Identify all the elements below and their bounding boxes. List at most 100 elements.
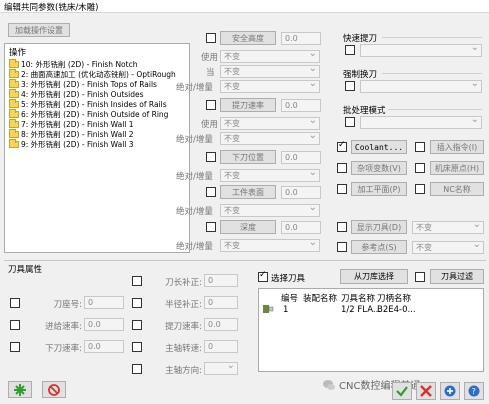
spindle-speed-checkbox[interactable] [132,342,142,352]
col-number: 编号 [281,294,299,304]
tool-filter-button[interactable]: 刀具过滤 [430,269,484,284]
tool-filter-checkbox[interactable] [415,272,425,282]
operation-item[interactable]: 9: 外形铣削 (2D) - Finish Wall 3 [9,139,134,149]
force-tool-change-select[interactable] [360,78,482,93]
depth-button[interactable]: 深度 [220,220,276,234]
folder-icon [9,69,19,78]
feed-plane-button[interactable]: 下刀位置 [220,150,276,164]
help-button[interactable]: ? [464,382,484,400]
top-stock-checkbox[interactable] [206,187,216,197]
folder-icon [9,89,19,98]
batch-mode-checkbox[interactable] [345,117,355,127]
group-divider [382,37,482,38]
insert-command-button[interactable]: 插入指令(I) [430,140,484,154]
top-stock-field[interactable]: 0.0 [281,186,321,199]
feed-plane-checkbox[interactable] [206,152,216,162]
coolant-button[interactable]: Coolant... [351,140,407,154]
tool-number-field[interactable]: 0 [84,296,124,309]
nc-name-checkbox[interactable] [415,184,425,194]
apply-button[interactable] [440,382,460,400]
rapid-retract-checkbox[interactable] [345,45,355,55]
col-tool-name: 刀具名称 [341,294,376,304]
spindle-dir-checkbox[interactable] [132,364,142,374]
misc-values-checkbox[interactable] [337,163,347,173]
prohibit-icon [48,383,60,396]
length-offset-field[interactable]: 0 [204,274,238,287]
safety-height-checkbox[interactable] [206,33,216,43]
batch-mode-select[interactable] [360,114,482,129]
plane-checkbox[interactable] [337,184,347,194]
plunge-rate-field[interactable]: 0.0 [84,340,124,353]
top-stock-mode-select[interactable]: 不变 [220,202,320,217]
retract-mode-label: 绝对/增量 [176,135,213,145]
safety-use-label: 使用 [201,53,219,63]
top-stock-button[interactable]: 工件表面 [220,185,276,199]
radius-offset-checkbox[interactable] [132,298,142,308]
operation-item[interactable]: 6: 外形铣削 (2D) - Finish Outside of Ring [9,109,168,119]
retract-field[interactable]: 0.0 [281,99,321,112]
rapid-retract-select[interactable] [360,42,482,57]
tool-library-button[interactable]: 从刀库选择 [340,269,408,284]
load-settings-button[interactable]: 加载操作设置 [8,23,70,37]
safety-height-field[interactable]: 0.0 [281,32,321,45]
spindle-dir-select[interactable] [204,360,238,375]
operation-item[interactable]: 10: 外形铣削 (2D) - Finish Notch [9,59,137,69]
cancel-button[interactable] [416,382,436,400]
safety-mode-select[interactable]: 不变 [220,78,320,93]
operation-item[interactable]: 7: 外形铣削 (2D) - Finish Wall 1 [9,119,134,129]
safety-use-select[interactable]: 不变 [220,48,320,63]
feed-rate-field[interactable]: 0.0 [84,318,124,331]
select-tool-checkbox[interactable] [258,270,268,282]
operation-item[interactable]: 4: 外形铣削 (2D) - Finish Outsides [9,89,144,99]
feed-plane-field[interactable]: 0.0 [281,151,321,164]
depth-checkbox[interactable] [206,222,216,232]
feed-plane-mode-select[interactable]: 不变 [220,167,320,182]
misc-values-button[interactable]: 杂项变数(V) [351,161,407,175]
group-divider [388,109,482,110]
spindle-speed-field[interactable]: 0 [204,340,238,353]
safety-current-select[interactable]: 不变 [220,63,320,78]
operation-item[interactable]: 5: 外形铣削 (2D) - Finish Insides of Rails [9,99,167,109]
operation-item[interactable]: 2: 曲面高速加工 (优化动态铣削) - OptiRough [9,69,176,79]
plunge-rate-checkbox[interactable] [10,342,20,352]
retract-mode-select[interactable]: 不变 [220,130,320,145]
ok-button[interactable] [392,382,412,400]
plus-icon [444,385,456,397]
depth-field[interactable]: 0.0 [281,221,321,234]
ref-point-select[interactable]: 不变 [412,239,484,254]
operation-item[interactable]: 8: 外形铣削 (2D) - Finish Wall 2 [9,129,134,139]
clear-button[interactable] [42,381,66,398]
home-checkbox[interactable] [415,163,425,173]
retract-rate-field[interactable]: 0.0 [204,318,238,331]
nc-name-button[interactable]: NC名称 [430,182,484,196]
radius-offset-field[interactable]: 0 [204,296,238,309]
add-button[interactable] [8,381,32,398]
plane-button[interactable]: 加工平面(P) [351,182,407,196]
tool-table[interactable]: 编号 装配名称 刀具名称 刀柄名称 1 1/2 FLA... B2E4-0... [258,288,484,372]
row-holder-name: B2E4-0... [377,305,416,315]
ref-point-checkbox[interactable] [337,242,347,252]
folder-icon [9,99,19,108]
depth-mode-select[interactable]: 不变 [220,237,320,252]
display-tool-checkbox[interactable] [337,222,347,232]
insert-command-checkbox[interactable] [415,142,425,152]
operation-item[interactable]: 3: 外形铣削 (2D) - Finish Tops of Rails [9,79,157,89]
checkmark-icon [396,386,408,397]
top-stock-mode-label: 绝对/增量 [176,207,213,217]
retract-checkbox[interactable] [206,100,216,110]
feed-rate-checkbox[interactable] [10,320,20,330]
length-offset-checkbox[interactable] [132,276,142,286]
coolant-checkbox[interactable] [337,140,347,152]
force-tool-change-checkbox[interactable] [345,81,355,91]
display-tool-select[interactable]: 不变 [412,219,484,234]
retract-rate-checkbox[interactable] [132,320,142,330]
retract-button[interactable]: 提刀速率 [220,98,276,112]
operations-tree[interactable]: 操作 10: 外形铣削 (2D) - Finish Notch 2: 曲面高速加… [4,43,190,253]
tool-number-checkbox[interactable] [10,298,20,308]
ref-point-button[interactable]: 参考点(S) [351,240,407,254]
retract-use-select[interactable]: 不变 [220,115,320,130]
home-button[interactable]: 机床原点(H) [430,161,484,175]
safety-height-button[interactable]: 安全高度 [220,31,276,45]
plunge-rate-label: 下刀速率: [45,344,82,354]
display-tool-button[interactable]: 显示刀具(D) [351,220,407,234]
